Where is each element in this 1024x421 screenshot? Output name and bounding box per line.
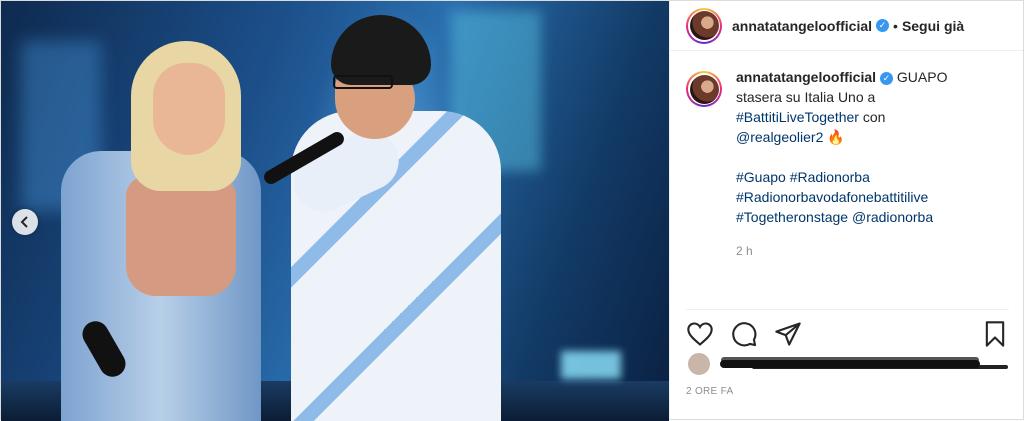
author-avatar[interactable] (686, 7, 722, 44)
caption-username[interactable]: annatatangeloofficial (736, 69, 876, 85)
chevron-left-icon (20, 216, 28, 228)
hashtag-line[interactable]: #Togetheronstage @radionorba (736, 207, 1006, 227)
fire-emoji: 🔥 (827, 129, 845, 145)
caption-word: con (862, 109, 886, 125)
separator-dot: • (893, 17, 898, 34)
verified-badge-icon: ✓ (880, 71, 894, 85)
instagram-post: annatatangeloofficial ✓ • Segui già anna… (0, 0, 1024, 421)
bookmark-icon[interactable] (981, 320, 1009, 348)
caption-author-avatar[interactable] (686, 71, 722, 107)
following-button[interactable]: Segui già (902, 18, 964, 34)
post-header: annatatangeloofficial ✓ • Segui già (670, 1, 1023, 51)
woman-face (153, 63, 225, 155)
caption-time[interactable]: 2 h (736, 241, 1006, 261)
post-date[interactable]: 2 ORE FA (686, 386, 733, 397)
likes-row (686, 351, 980, 377)
caption-text: annatatangeloofficial ✓ GUAPO stasera su … (736, 67, 1006, 261)
mention-link[interactable]: @realgeolier2 (736, 129, 823, 145)
carousel-prev-button[interactable] (12, 209, 38, 235)
post-side-panel: annatatangeloofficial ✓ • Segui già anna… (669, 1, 1023, 419)
caption-line: stasera su Italia Uno a (736, 89, 876, 105)
heart-icon[interactable] (686, 320, 714, 348)
avatar-image (689, 74, 719, 104)
hashtag-line[interactable]: #Guapo #Radionorba (736, 167, 1006, 187)
verified-badge-icon: ✓ (876, 19, 890, 32)
comment-icon[interactable] (730, 320, 758, 348)
action-bar (686, 309, 1009, 348)
woman-top (126, 176, 236, 296)
paper-plane-icon[interactable] (774, 320, 802, 348)
post-caption: annatatangeloofficial ✓ GUAPO stasera su … (670, 51, 1023, 261)
author-username[interactable]: annatatangeloofficial (732, 18, 872, 34)
hashtag-line[interactable]: #Radionorbavodafonebattitilive (736, 187, 1006, 207)
hashtag-link[interactable]: #BattitiLiveTogether (736, 109, 859, 125)
man-glasses (333, 75, 393, 89)
liker-avatar[interactable] (686, 351, 712, 377)
avatar-image (689, 11, 719, 40)
post-photo[interactable] (1, 1, 669, 421)
redacted-likes-text (720, 360, 980, 368)
stage-light (561, 351, 621, 379)
caption-line: GUAPO (896, 69, 948, 85)
